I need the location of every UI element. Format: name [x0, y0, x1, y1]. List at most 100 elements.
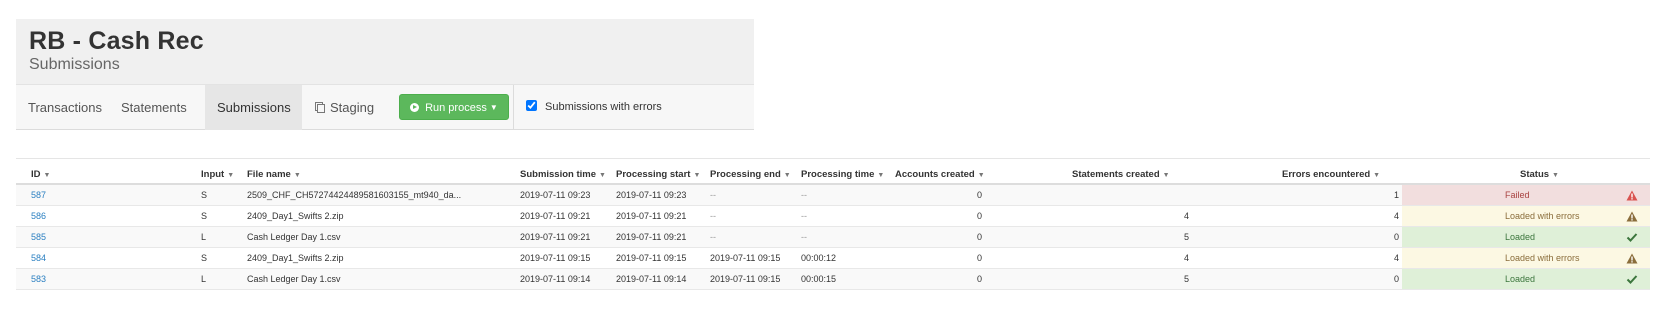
cell-id[interactable]: 587 — [16, 184, 186, 206]
submission-link[interactable]: 586 — [31, 211, 46, 221]
cell-file-name: Cash Ledger Day 1.csv — [232, 226, 505, 248]
cell-processing-end: -- — [695, 205, 786, 227]
cell-submission-time: 2019-07-11 09:21 — [505, 205, 601, 227]
submission-link[interactable]: 585 — [31, 232, 46, 242]
cell-processing-time: -- — [786, 184, 880, 206]
cell-accounts-created: 0 — [880, 205, 982, 227]
cell-statements-created: 5 — [982, 226, 1192, 248]
tab-label: Submissions — [217, 100, 291, 115]
sort-icon: ▼ — [1373, 172, 1381, 179]
cell-submission-time: 2019-07-11 09:14 — [505, 268, 601, 290]
warning-icon — [1626, 253, 1638, 263]
errors-filter-label: Submissions with errors — [545, 101, 662, 113]
cell-id[interactable]: 586 — [16, 205, 186, 227]
sort-icon: ▼ — [293, 172, 301, 179]
table-row[interactable]: 587 S 2509_CHF_CH5727442448958160315​5_m… — [16, 184, 1650, 206]
table-row[interactable]: 584 S 2409_Day1_Swifts 2.zip 2019-07-11 … — [16, 247, 1650, 269]
errors-filter-checkbox[interactable] — [526, 100, 537, 111]
tab-bar: Transactions Statements Submissions Stag… — [16, 84, 754, 130]
checkmark-icon — [1626, 274, 1638, 284]
cell-file-name: 2409_Day1_Swifts 2.zip — [232, 247, 505, 269]
column-header-id[interactable]: ID ▼ — [16, 158, 186, 185]
column-header-submission-time[interactable]: Submission time ▼ — [505, 158, 606, 185]
cell-errors-encountered: 4 — [1192, 205, 1402, 227]
cell-processing-time: 00:00:12 — [786, 247, 880, 269]
tab-label: Staging — [330, 100, 375, 115]
cell-statements-created: 5 — [982, 268, 1192, 290]
play-circle-icon — [410, 103, 419, 112]
table-row[interactable]: 586 S 2409_Day1_Swifts 2.zip 2019-07-11 … — [16, 205, 1650, 227]
tab-label: Transactions — [28, 100, 102, 115]
warning-icon — [1626, 211, 1638, 221]
cell-id[interactable]: 585 — [16, 226, 186, 248]
tab-statements[interactable]: Statements — [109, 85, 199, 130]
run-process-label: Run process — [425, 102, 487, 114]
cell-accounts-created: 0 — [880, 184, 982, 206]
column-header-label: Processing start — [616, 169, 691, 180]
status-badge: Loaded with errors — [1505, 210, 1580, 221]
sort-icon: ▼ — [877, 172, 885, 179]
cell-accounts-created: 0 — [880, 247, 982, 269]
status-badge: Loaded with errors — [1505, 252, 1580, 263]
sort-icon: ▼ — [599, 172, 606, 179]
column-header-errors-encountered[interactable]: Errors encountered ▼ — [1192, 158, 1402, 185]
run-process-button[interactable]: Run process ▼ — [399, 94, 509, 120]
column-header-processing-start[interactable]: Processing start ▼ — [601, 158, 700, 185]
column-header-statements-created[interactable]: Statements created ▼ — [982, 158, 1192, 185]
cell-processing-start: 2019-07-11 09:14 — [601, 268, 695, 290]
sort-icon: ▼ — [43, 172, 51, 179]
cell-processing-end: -- — [695, 184, 786, 206]
column-header-label: Submission time — [520, 169, 597, 180]
cell-processing-end: 2019-07-11 09:15 — [695, 247, 786, 269]
cell-input: S — [186, 184, 232, 206]
column-header-label: Input — [201, 169, 225, 180]
cell-processing-start: 2019-07-11 09:21 — [601, 226, 695, 248]
column-header-status[interactable]: Status ▼ — [1402, 158, 1650, 185]
cell-errors-encountered: 0 — [1192, 226, 1402, 248]
cell-processing-start: 2019-07-11 09:15 — [601, 247, 695, 269]
cell-processing-time: -- — [786, 205, 880, 227]
submissions-table: ID ▼ Input ▼ File name ▼ Submission time ▼ P… — [16, 158, 1650, 290]
column-header-processing-end[interactable]: Processing end ▼ — [695, 158, 791, 185]
column-header-accounts-created[interactable]: Accounts created ▼ — [880, 158, 985, 185]
column-header-label: Accounts created — [895, 169, 975, 180]
tab-transactions[interactable]: Transactions — [16, 85, 114, 130]
cell-errors-encountered: 0 — [1192, 268, 1402, 290]
cell-id[interactable]: 583 — [16, 268, 186, 290]
status-badge: Failed — [1505, 189, 1530, 200]
table-row[interactable]: 585 L Cash Ledger Day 1.csv 2019-07-11 0… — [16, 226, 1650, 248]
cell-statements-created: 4 — [982, 205, 1192, 227]
column-header-file-name[interactable]: File name ▼ — [232, 158, 505, 185]
cell-submission-time: 2019-07-11 09:23 — [505, 184, 601, 206]
cell-file-name: 2509_CHF_CH5727442448958160315​5_mt940_d… — [232, 184, 505, 206]
status-badge: Loaded — [1505, 273, 1536, 284]
submission-link[interactable]: 583 — [31, 274, 46, 284]
cell-input: S — [186, 247, 232, 269]
cell-processing-time: -- — [786, 226, 880, 248]
sort-icon: ▼ — [977, 172, 985, 179]
column-header-processing-time[interactable]: Processing time ▼ — [786, 158, 884, 185]
cell-status: Loaded — [1402, 268, 1650, 290]
cell-statements-created — [982, 184, 1192, 206]
tab-staging[interactable]: Staging — [303, 85, 386, 130]
warning-icon — [1626, 190, 1638, 201]
cell-errors-encountered: 4 — [1192, 247, 1402, 269]
cell-input: S — [186, 205, 232, 227]
divider — [513, 85, 514, 130]
cell-processing-start: 2019-07-11 09:23 — [601, 184, 695, 206]
submission-link[interactable]: 587 — [31, 190, 46, 200]
column-header-input[interactable]: Input ▼ — [186, 158, 234, 185]
column-header-label: Errors encountered — [1282, 169, 1371, 180]
cell-id[interactable]: 584 — [16, 247, 186, 269]
column-header-label: Statements created — [1072, 169, 1160, 180]
tab-submissions[interactable]: Submissions — [205, 85, 302, 130]
cell-status: Failed — [1402, 184, 1650, 206]
cell-submission-time: 2019-07-11 09:15 — [505, 247, 601, 269]
submission-link[interactable]: 584 — [31, 253, 46, 263]
cell-file-name: 2409_Day1_Swifts 2.zip — [232, 205, 505, 227]
cell-status: Loaded with errors — [1402, 205, 1650, 227]
cell-processing-time: 00:00:15 — [786, 268, 880, 290]
table-row[interactable]: 583 L Cash Ledger Day 1.csv 2019-07-11 0… — [16, 268, 1650, 290]
cell-status: Loaded — [1402, 226, 1650, 248]
errors-filter[interactable]: Submissions with errors — [526, 85, 662, 130]
